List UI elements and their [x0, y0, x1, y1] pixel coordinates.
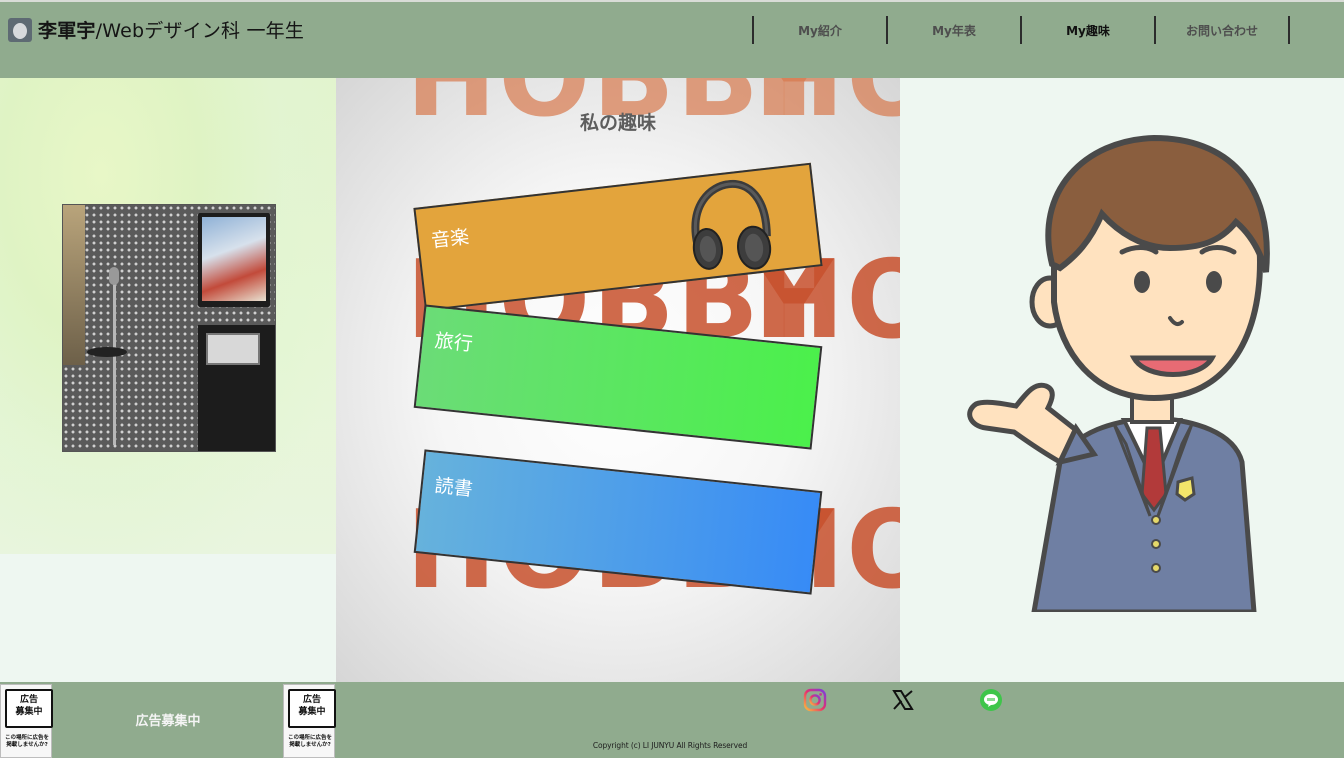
nav-item-contact[interactable]: お問い合わせ: [1156, 16, 1288, 44]
footer: 広告 募集中 この場所に広告を 掲載しませんか? 広告募集中 広告 募集中 この…: [0, 682, 1344, 758]
photo-window: [63, 205, 85, 365]
right-panel: [900, 78, 1344, 682]
photo-stool: [87, 347, 127, 357]
hobby-section-title: 私の趣味: [579, 112, 656, 134]
nav-divider: [1288, 16, 1290, 44]
hobby-card-label: 読書: [433, 474, 474, 501]
photo-microphone: [109, 267, 119, 285]
header-bar: 李軍宇/Webデザイン科 一年生 My紹介 My年表 My趣味 お問い合わせ: [0, 0, 1344, 78]
line-icon[interactable]: [979, 688, 1003, 712]
nav-item-introduction[interactable]: My紹介: [754, 16, 886, 44]
karaoke-room-photo: [62, 204, 276, 452]
ad-small-text: この場所に広告を 掲載しませんか?: [4, 735, 49, 748]
copyright-text: Copyright (c) LI JUNYU All Rights Reserv…: [592, 741, 748, 750]
headphones-icon: [691, 180, 772, 270]
author-name: 李軍宇: [38, 20, 96, 42]
nav-item-hobbies[interactable]: My趣味: [1022, 16, 1154, 44]
photo-tv: [198, 213, 270, 307]
author-subtitle: /Webデザイン科 一年生: [95, 20, 305, 42]
left-panel: [0, 78, 336, 682]
student-illustration: [967, 134, 1270, 612]
avatar: [8, 17, 32, 42]
x-icon[interactable]: [891, 688, 915, 712]
ad-banner-left[interactable]: 広告 募集中 この場所に広告を 掲載しませんか?: [0, 684, 53, 758]
nav-item-timeline[interactable]: My年表: [888, 16, 1020, 44]
photo-mic-stand: [113, 275, 116, 445]
ad-recruiting-text: 広告募集中: [135, 714, 201, 729]
ad-small-text: この場所に広告を 掲載しませんか?: [287, 735, 332, 748]
instagram-icon[interactable]: [803, 688, 827, 712]
hobby-panel: HOBBY HOBBY HOBBY HOBBY HOBBY HOBBY 私の趣味…: [336, 78, 900, 682]
brand[interactable]: 李軍宇/Webデザイン科 一年生: [8, 16, 304, 43]
ad-sign: 広告 募集中: [288, 689, 336, 728]
main-nav: My紹介 My年表 My趣味 お問い合わせ: [752, 16, 1290, 44]
photo-karaoke-console: [198, 325, 275, 451]
ad-sign: 広告 募集中: [5, 689, 53, 728]
ad-banner-right[interactable]: 広告 募集中 この場所に広告を 掲載しませんか?: [283, 684, 336, 758]
hobby-card-label: 旅行: [433, 329, 474, 356]
site-title: 李軍宇/Webデザイン科 一年生: [38, 16, 304, 43]
hobby-card-label: 音楽: [430, 225, 471, 253]
